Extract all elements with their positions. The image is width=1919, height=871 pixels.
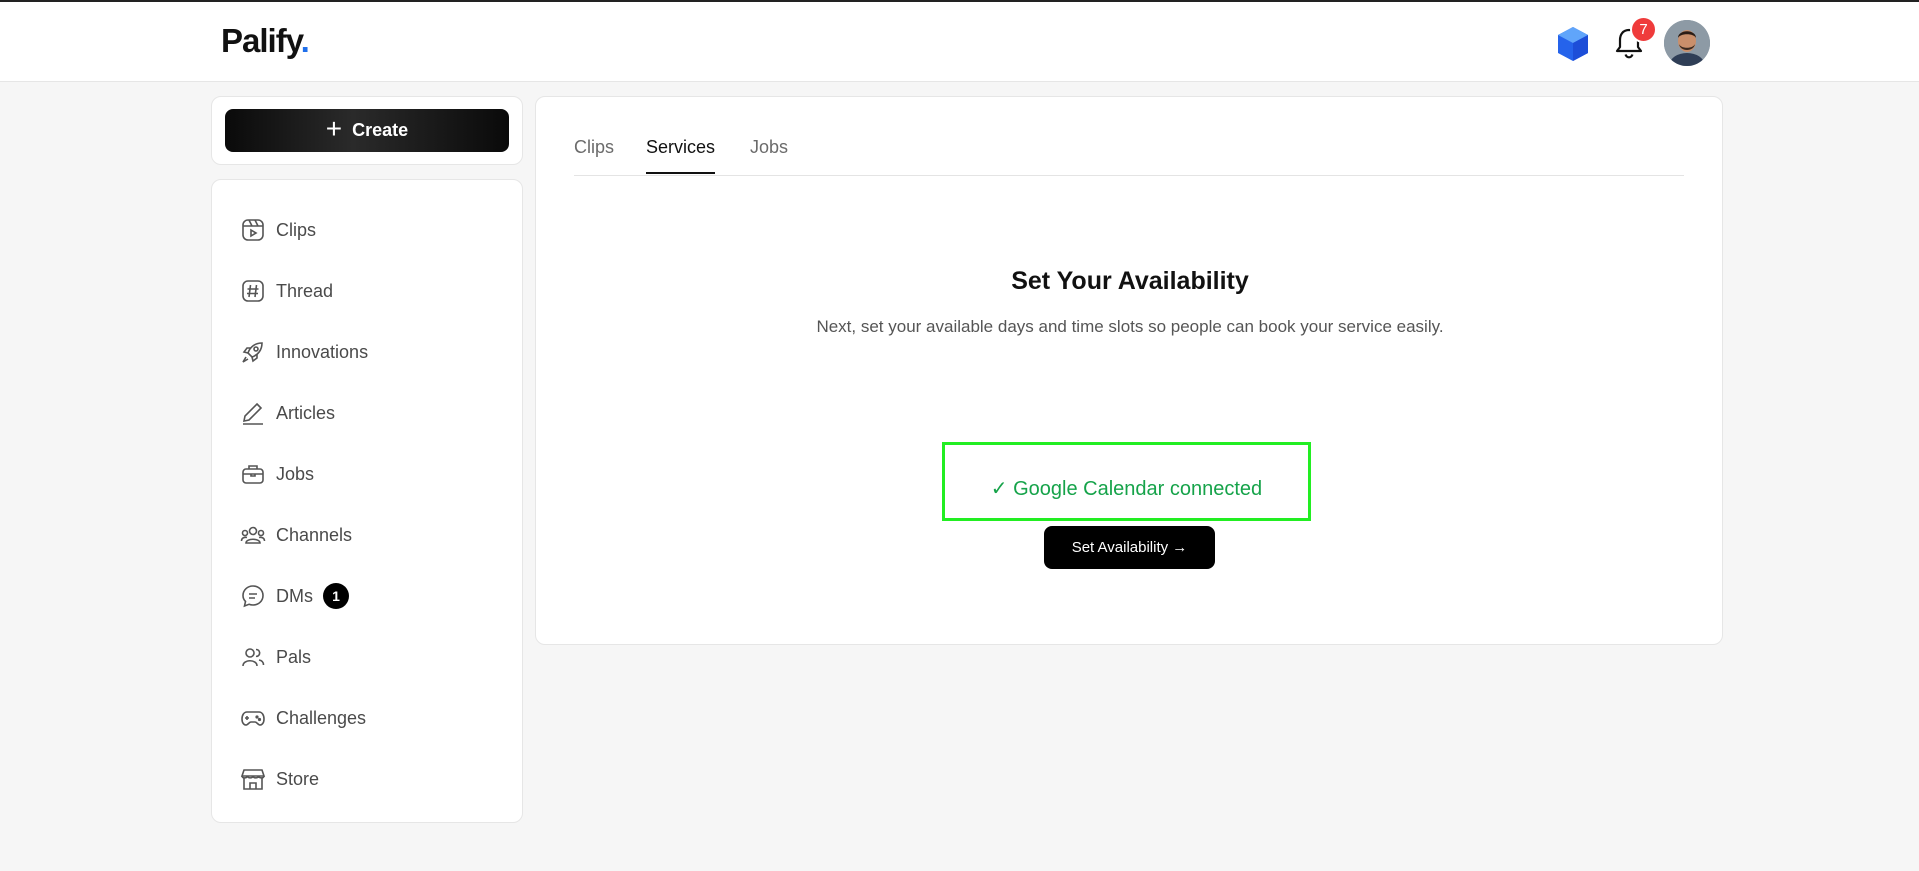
sidebar-item-label: Store <box>276 768 320 789</box>
calendar-connected-status: ✓ Google Calendar connected <box>942 442 1311 521</box>
gamepad-icon <box>241 711 265 726</box>
sidebar-item-label: Innovations <box>276 341 369 362</box>
top-header: Palify. 7 <box>0 2 1919 82</box>
sidebar: Clips Thread Innovations Articles Jobs C… <box>211 179 523 823</box>
sidebar-item-thread[interactable]: Thread <box>240 271 333 311</box>
sidebar-item-innovations[interactable]: Innovations <box>240 332 368 372</box>
gem-icon[interactable] <box>1556 26 1590 62</box>
hashtag-icon <box>242 280 264 302</box>
chat-icon <box>242 585 264 608</box>
main-panel: Clips Services Jobs Set Your Availabilit… <box>535 96 1723 645</box>
palify-logo[interactable]: Palify. <box>221 22 310 60</box>
sidebar-item-label: Thread <box>276 280 334 301</box>
sidebar-item-clips[interactable]: Clips <box>240 210 316 250</box>
set-availability-button[interactable]: Set Availability → <box>1044 526 1215 569</box>
plus-icon: + <box>325 113 343 144</box>
notification-badge: 7 <box>1630 16 1657 43</box>
store-icon <box>240 769 266 790</box>
sidebar-item-pals[interactable]: Pals <box>240 637 311 677</box>
tab-bar: Clips Services Jobs <box>574 127 1684 176</box>
sidebar-item-label: Channels <box>276 524 353 545</box>
create-card: + Create <box>211 96 523 165</box>
sidebar-item-label: Pals <box>276 646 312 667</box>
briefcase-icon <box>242 465 264 484</box>
clips-icon <box>242 219 264 241</box>
create-button[interactable]: + Create <box>225 109 509 152</box>
rocket-icon <box>242 342 263 363</box>
sidebar-item-dms[interactable]: DMs 1 <box>240 576 349 616</box>
sidebar-item-label: Challenges <box>276 707 367 728</box>
sidebar-item-label: Articles <box>276 402 336 423</box>
tab-jobs[interactable]: Jobs <box>750 137 788 172</box>
page-title: Set Your Availability <box>1011 267 1249 295</box>
tab-clips[interactable]: Clips <box>574 137 614 172</box>
sidebar-item-label: Clips <box>276 219 317 240</box>
sidebar-item-store[interactable]: Store <box>240 759 319 799</box>
sidebar-item-articles[interactable]: Articles <box>240 393 335 433</box>
sidebar-item-challenges[interactable]: Challenges <box>240 698 366 738</box>
sidebar-item-label: DMs <box>276 585 313 606</box>
dm-count-badge: 1 <box>323 583 349 609</box>
user-group-icon <box>242 648 265 667</box>
pen-icon <box>242 402 263 425</box>
users-icon <box>240 526 266 544</box>
tab-services[interactable]: Services <box>646 137 716 174</box>
sidebar-item-jobs[interactable]: Jobs <box>240 454 314 494</box>
avatar[interactable] <box>1664 20 1710 66</box>
sidebar-item-channels[interactable]: Channels <box>240 515 352 555</box>
create-label: Create <box>352 120 409 140</box>
page-subtitle: Next, set your available days and time s… <box>816 317 1444 336</box>
sidebar-item-label: Jobs <box>276 463 315 484</box>
